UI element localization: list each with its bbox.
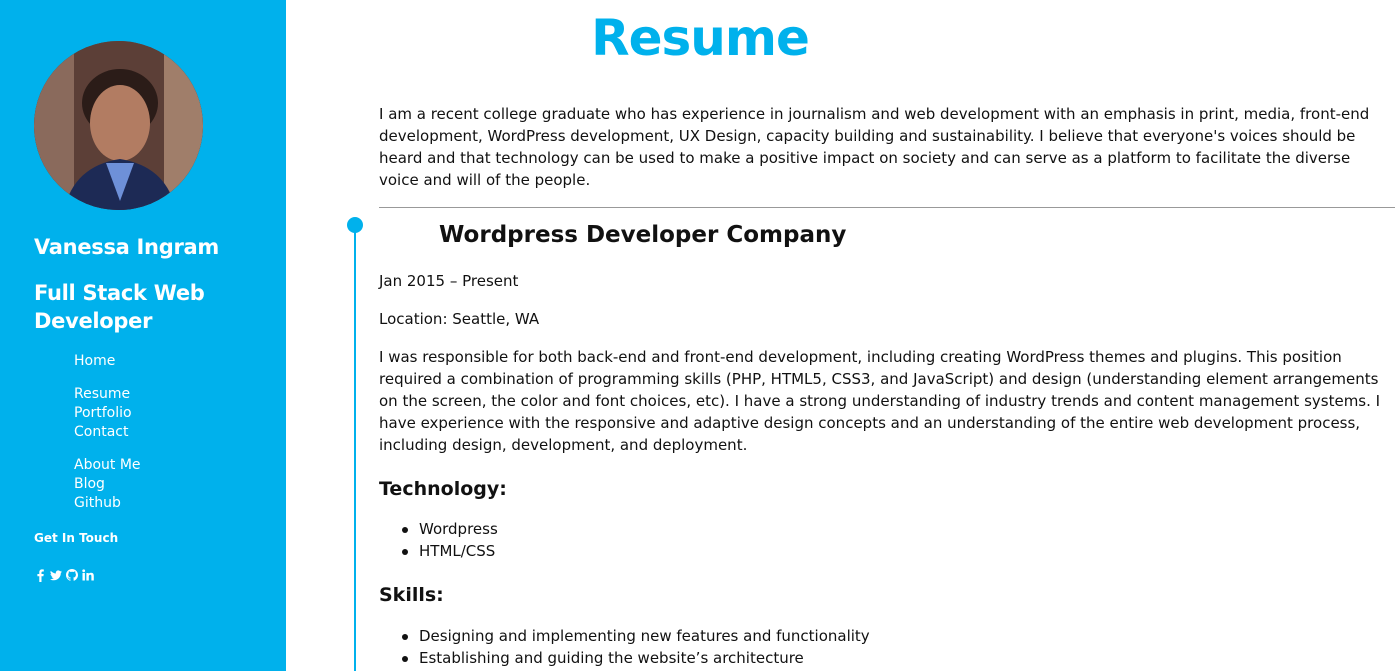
twitter-icon[interactable] <box>50 568 62 582</box>
nav-link-contact[interactable]: Contact <box>74 423 132 442</box>
list-item: Establishing and guiding the website’s a… <box>402 647 870 669</box>
list-item: Designing and implementing new features … <box>402 627 870 645</box>
nav-tertiary: About Me Blog Github <box>74 456 141 513</box>
nav-primary: Home <box>74 352 115 371</box>
timeline-line <box>354 224 356 671</box>
get-in-touch-label: Get In Touch <box>34 531 119 545</box>
nav-link-resume[interactable]: Resume <box>74 385 132 404</box>
nav-link-github[interactable]: Github <box>74 494 141 513</box>
facebook-icon[interactable] <box>34 568 46 582</box>
nav-link-about-me[interactable]: About Me <box>74 456 141 475</box>
profile-photo <box>34 41 203 210</box>
job-title: Wordpress Developer Company <box>439 222 847 248</box>
job-description: I was responsible for both back-end and … <box>379 348 1381 454</box>
skills-heading: Skills: <box>379 584 444 606</box>
nav-link-home[interactable]: Home <box>74 352 115 371</box>
social-links <box>34 568 94 582</box>
sidebar: Vanessa Ingram Full Stack Web Developer … <box>0 0 286 671</box>
nav-link-blog[interactable]: Blog <box>74 475 141 494</box>
profile-name: Vanessa Ingram <box>34 235 219 259</box>
linkedin-icon[interactable] <box>82 568 94 582</box>
profile-role: Full Stack Web Developer <box>34 281 205 333</box>
github-icon[interactable] <box>66 568 78 582</box>
intro-paragraph: I am a recent college graduate who has e… <box>379 105 1370 189</box>
avatar <box>34 41 203 210</box>
nav-link-portfolio[interactable]: Portfolio <box>74 404 132 423</box>
section-divider <box>379 207 1395 208</box>
skills-list: Designing and implementing new features … <box>402 625 870 669</box>
technology-heading: Technology: <box>379 478 507 500</box>
job-dates: Jan 2015 – Present <box>379 272 519 290</box>
list-item: Wordpress <box>402 520 498 538</box>
nav-secondary: Resume Portfolio Contact <box>74 385 132 442</box>
job-location: Location: Seattle, WA <box>379 310 540 328</box>
list-item: HTML/CSS <box>402 540 498 562</box>
technology-list: Wordpress HTML/CSS <box>402 518 498 562</box>
timeline-dot <box>347 217 363 233</box>
page-title: Resume <box>591 9 810 67</box>
